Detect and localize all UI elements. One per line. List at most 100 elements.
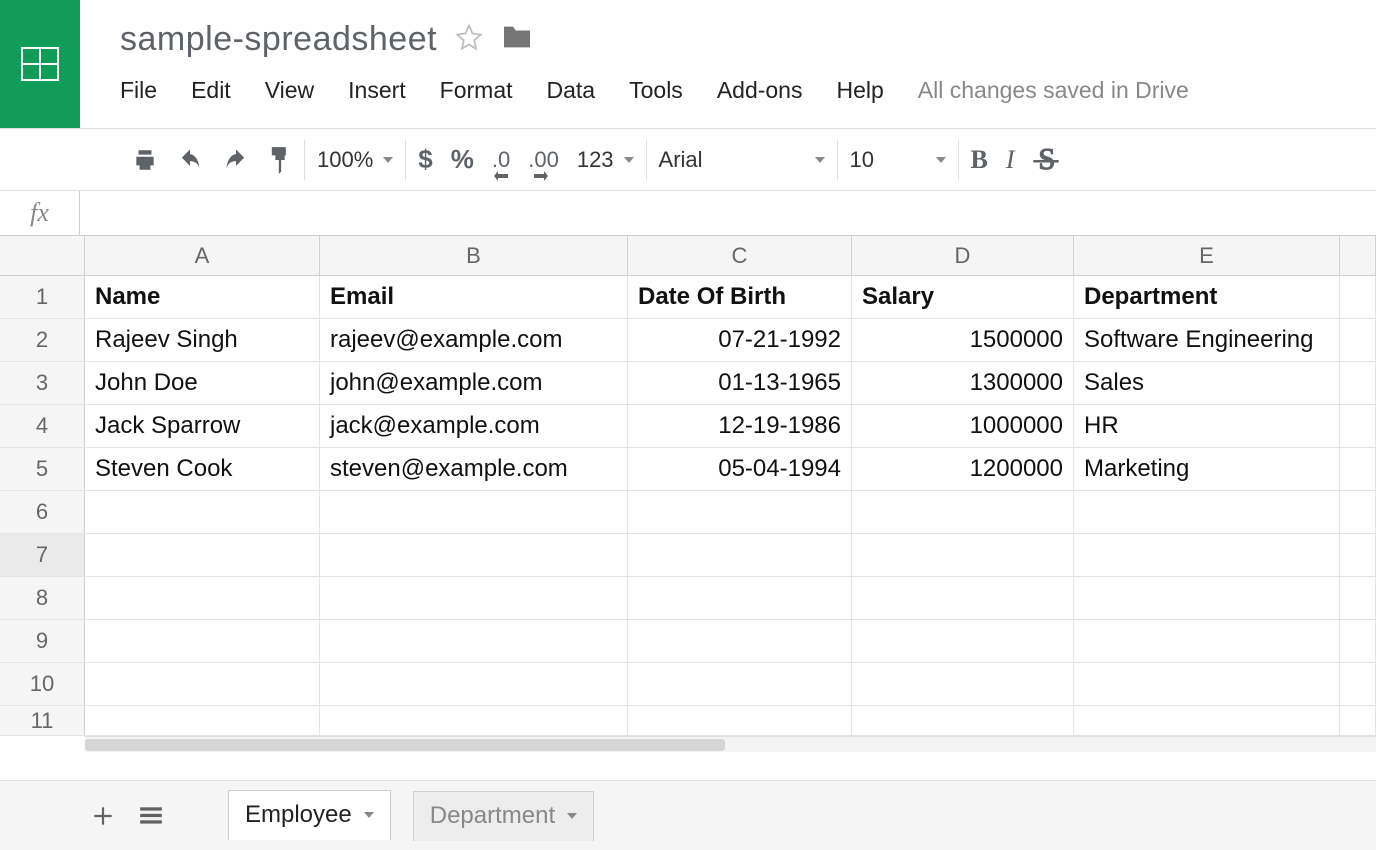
row-header[interactable]: 1 — [0, 276, 85, 318]
all-sheets-button[interactable] — [138, 805, 164, 827]
cell[interactable]: Department — [1074, 276, 1340, 318]
cell[interactable] — [320, 620, 628, 662]
strikethrough-button[interactable]: S — [1033, 146, 1059, 174]
redo-icon[interactable] — [222, 149, 250, 171]
formula-input[interactable] — [80, 191, 1376, 235]
cell[interactable] — [1074, 620, 1340, 662]
cell[interactable] — [1340, 663, 1376, 705]
folder-icon[interactable] — [501, 24, 533, 55]
cell[interactable] — [320, 491, 628, 533]
menu-tools[interactable]: Tools — [629, 77, 683, 104]
cell[interactable]: 05-04-1994 — [628, 448, 852, 490]
cell[interactable] — [85, 663, 320, 705]
cell[interactable]: Marketing — [1074, 448, 1340, 490]
cell[interactable] — [85, 706, 320, 735]
cell[interactable]: steven@example.com — [320, 448, 628, 490]
cell[interactable] — [1074, 491, 1340, 533]
row-header[interactable]: 6 — [0, 491, 85, 533]
cell[interactable]: 07-21-1992 — [628, 319, 852, 361]
row-header[interactable]: 8 — [0, 577, 85, 619]
row-header[interactable]: 11 — [0, 706, 85, 735]
document-title[interactable]: sample-spreadsheet — [120, 20, 437, 59]
row-header[interactable]: 3 — [0, 362, 85, 404]
col-header-f[interactable] — [1340, 236, 1376, 275]
italic-button[interactable]: I — [1006, 145, 1015, 175]
bold-button[interactable]: B — [971, 145, 988, 175]
cell[interactable] — [1340, 448, 1376, 490]
cell[interactable] — [852, 706, 1074, 735]
cell[interactable] — [852, 577, 1074, 619]
scrollbar-thumb[interactable] — [85, 739, 725, 751]
cell[interactable] — [852, 534, 1074, 576]
row-header[interactable]: 2 — [0, 319, 85, 361]
cell[interactable] — [85, 620, 320, 662]
cell[interactable]: John Doe — [85, 362, 320, 404]
cell[interactable] — [1340, 577, 1376, 619]
menu-help[interactable]: Help — [836, 77, 883, 104]
menu-addons[interactable]: Add-ons — [717, 77, 803, 104]
cell[interactable]: jack@example.com — [320, 405, 628, 447]
row-header[interactable]: 7 — [0, 534, 85, 576]
row-header[interactable]: 10 — [0, 663, 85, 705]
select-all-cell[interactable] — [0, 236, 85, 275]
undo-icon[interactable] — [176, 149, 204, 171]
cell[interactable] — [1340, 362, 1376, 404]
percent-button[interactable]: % — [451, 144, 474, 175]
cell[interactable]: Salary — [852, 276, 1074, 318]
decrease-decimal-button[interactable]: .0 — [492, 147, 510, 173]
font-size-selector[interactable]: 10 — [850, 147, 946, 173]
cell[interactable] — [1340, 491, 1376, 533]
print-icon[interactable] — [132, 147, 158, 173]
cell[interactable] — [1340, 319, 1376, 361]
cell[interactable]: Rajeev Singh — [85, 319, 320, 361]
cell[interactable] — [1340, 620, 1376, 662]
star-icon[interactable] — [455, 23, 483, 56]
cell[interactable] — [1340, 405, 1376, 447]
menu-file[interactable]: File — [120, 77, 157, 104]
cell[interactable] — [628, 663, 852, 705]
cell[interactable]: john@example.com — [320, 362, 628, 404]
cell[interactable] — [1074, 706, 1340, 735]
cell[interactable]: rajeev@example.com — [320, 319, 628, 361]
cell[interactable]: Email — [320, 276, 628, 318]
cell[interactable]: 12-19-1986 — [628, 405, 852, 447]
row-header[interactable]: 5 — [0, 448, 85, 490]
menu-format[interactable]: Format — [440, 77, 513, 104]
row-header[interactable]: 9 — [0, 620, 85, 662]
cell[interactable]: Software Engineering — [1074, 319, 1340, 361]
currency-button[interactable]: $ — [418, 144, 432, 175]
row-header[interactable]: 4 — [0, 405, 85, 447]
cell[interactable] — [320, 577, 628, 619]
font-selector[interactable]: Arial — [659, 147, 825, 173]
cell[interactable] — [628, 706, 852, 735]
cell[interactable] — [85, 491, 320, 533]
cell[interactable]: 1300000 — [852, 362, 1074, 404]
cell[interactable]: Jack Sparrow — [85, 405, 320, 447]
cell[interactable] — [1340, 534, 1376, 576]
col-header-a[interactable]: A — [85, 236, 320, 275]
increase-decimal-button[interactable]: .00 — [528, 147, 559, 173]
cell[interactable] — [628, 577, 852, 619]
cell[interactable]: Date Of Birth — [628, 276, 852, 318]
number-format-selector[interactable]: 123 — [577, 147, 634, 173]
cell[interactable] — [852, 491, 1074, 533]
menu-insert[interactable]: Insert — [348, 77, 406, 104]
sheet-tab-employee[interactable]: Employee — [228, 790, 391, 840]
cell[interactable] — [85, 534, 320, 576]
cell[interactable]: 1500000 — [852, 319, 1074, 361]
cell[interactable] — [1340, 276, 1376, 318]
cell[interactable]: Sales — [1074, 362, 1340, 404]
cell[interactable]: 1200000 — [852, 448, 1074, 490]
zoom-selector[interactable]: 100% — [317, 147, 393, 173]
cell[interactable] — [320, 706, 628, 735]
cell[interactable] — [628, 491, 852, 533]
cell[interactable] — [628, 534, 852, 576]
add-sheet-button[interactable] — [90, 803, 116, 829]
cell[interactable] — [1074, 577, 1340, 619]
cell[interactable]: 1000000 — [852, 405, 1074, 447]
cell[interactable]: 01-13-1965 — [628, 362, 852, 404]
cell[interactable] — [852, 663, 1074, 705]
menu-data[interactable]: Data — [547, 77, 596, 104]
cell[interactable] — [852, 620, 1074, 662]
cell[interactable] — [85, 577, 320, 619]
